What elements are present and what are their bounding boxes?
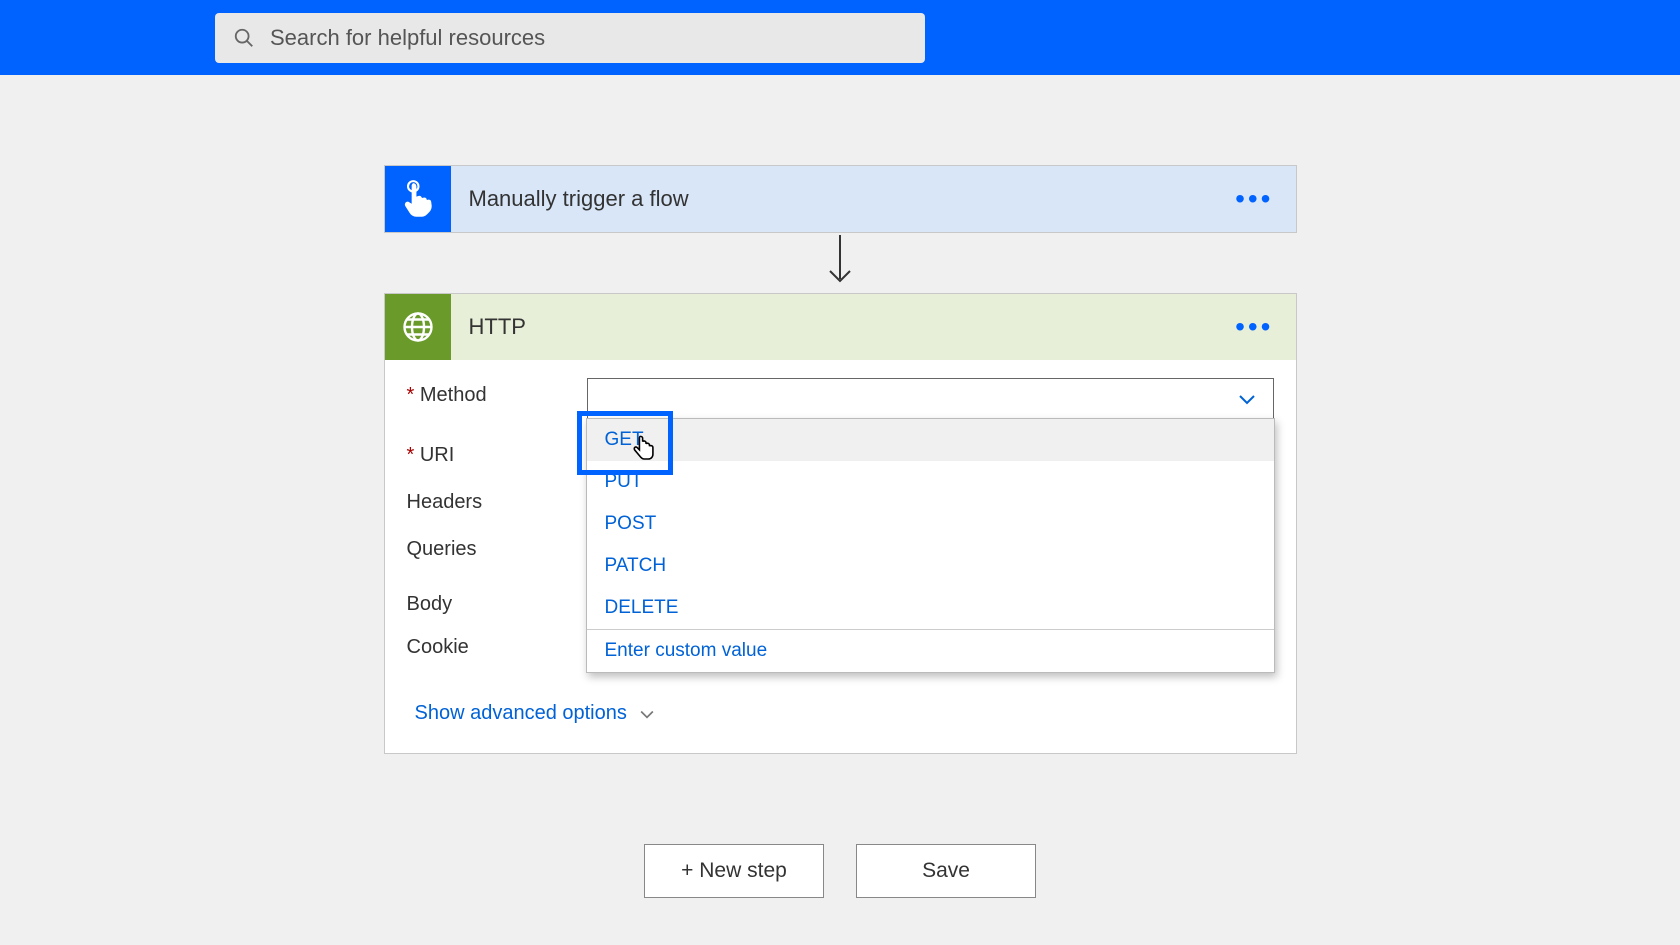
http-card: HTTP ••• * Method G	[384, 293, 1297, 754]
method-option-patch[interactable]: PATCH	[587, 545, 1274, 587]
trigger-title: Manually trigger a flow	[469, 186, 1236, 212]
top-bar	[0, 0, 1680, 75]
trigger-card[interactable]: Manually trigger a flow •••	[384, 165, 1297, 233]
http-globe-icon	[385, 294, 451, 360]
http-title: HTTP	[469, 314, 1236, 340]
search-icon	[233, 27, 255, 49]
method-option-get[interactable]: GET	[587, 419, 1274, 461]
http-more-icon[interactable]: •••	[1235, 322, 1295, 332]
body-label: Body	[407, 587, 587, 616]
method-option-put[interactable]: PUT	[587, 461, 1274, 503]
field-method: * Method GET	[407, 378, 1274, 420]
trigger-more-icon[interactable]: •••	[1235, 194, 1295, 204]
flow-canvas: Manually trigger a flow ••• HTTP •••	[0, 75, 1680, 898]
trigger-header[interactable]: Manually trigger a flow •••	[385, 166, 1296, 232]
method-select[interactable]	[587, 378, 1274, 420]
chevron-down-icon	[637, 704, 657, 724]
chevron-down-icon	[1235, 387, 1259, 411]
http-header[interactable]: HTTP •••	[385, 294, 1296, 360]
http-body: * Method GET	[385, 360, 1296, 753]
method-dropdown: GET PUT POST PATCH DELETE Ent	[586, 418, 1275, 673]
cookie-label: Cookie	[407, 630, 587, 659]
new-step-button[interactable]: + New step	[644, 844, 824, 898]
flow-arrow	[825, 233, 855, 293]
footer-buttons: + New step Save	[384, 844, 1297, 898]
search-input[interactable]	[270, 25, 907, 51]
method-option-custom[interactable]: Enter custom value	[587, 629, 1274, 672]
headers-label: Headers	[407, 485, 587, 514]
search-box[interactable]	[215, 13, 925, 63]
uri-label: * URI	[407, 438, 587, 467]
save-button[interactable]: Save	[856, 844, 1036, 898]
advanced-options-label: Show advanced options	[415, 702, 627, 725]
method-label: * Method	[407, 378, 587, 407]
queries-label: Queries	[407, 532, 587, 561]
show-advanced-options[interactable]: Show advanced options	[415, 702, 657, 725]
manual-trigger-icon	[385, 166, 451, 232]
method-option-post[interactable]: POST	[587, 503, 1274, 545]
method-option-delete[interactable]: DELETE	[587, 587, 1274, 629]
